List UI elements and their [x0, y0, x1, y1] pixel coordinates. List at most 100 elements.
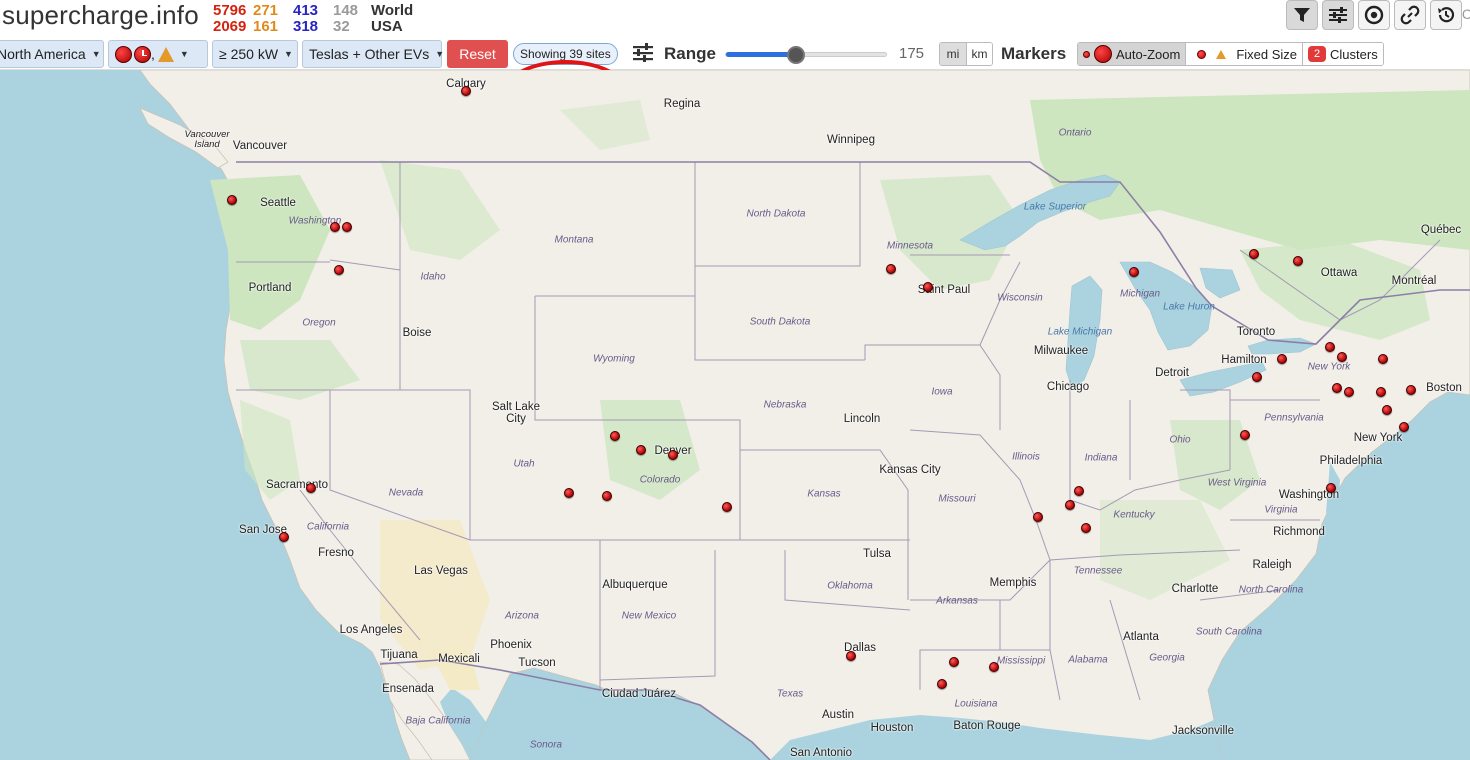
- small-marker-icon: [1083, 50, 1090, 58]
- city-label: Albuquerque: [602, 579, 668, 591]
- usa-other-count: 32: [333, 18, 350, 35]
- site-marker[interactable]: [610, 431, 620, 441]
- fixed-size-button[interactable]: Fixed Size: [1185, 43, 1303, 65]
- city-label: Boise: [402, 327, 432, 339]
- city-label: Hamilton: [1221, 354, 1267, 366]
- site-marker[interactable]: [1406, 385, 1416, 395]
- chevron-down-icon: ▼: [435, 49, 445, 59]
- city-label: Mexicali: [438, 653, 480, 665]
- history-button[interactable]: [1430, 0, 1462, 30]
- state-label: Nevada: [388, 487, 424, 499]
- brand-logo[interactable]: supercharge.info: [2, 0, 199, 31]
- state-label: Indiana: [1084, 452, 1118, 464]
- site-marker[interactable]: [1240, 430, 1250, 440]
- range-value: 175: [899, 45, 925, 62]
- chevron-down-icon: ▼: [284, 49, 293, 59]
- site-marker[interactable]: [334, 265, 344, 275]
- site-marker[interactable]: [461, 86, 471, 96]
- locate-button[interactable]: [1358, 0, 1390, 30]
- site-marker[interactable]: [227, 195, 237, 205]
- site-marker[interactable]: [1033, 512, 1043, 522]
- unit-toggle: mi km: [939, 42, 993, 66]
- city-label: Montréal: [1391, 275, 1437, 287]
- site-marker[interactable]: [1074, 486, 1084, 496]
- city-label: Boston: [1426, 382, 1462, 394]
- site-marker[interactable]: [668, 450, 678, 460]
- site-marker[interactable]: [1344, 387, 1354, 397]
- usa-construction-count: 161: [253, 18, 279, 35]
- range-settings-icon[interactable]: [632, 42, 654, 64]
- site-marker[interactable]: [722, 502, 732, 512]
- site-marker[interactable]: [1277, 354, 1287, 364]
- clusters-label: Clusters: [1330, 46, 1378, 62]
- state-label: Kentucky: [1113, 509, 1155, 521]
- filter-icon: [1294, 8, 1310, 22]
- site-marker[interactable]: [342, 222, 352, 232]
- site-marker[interactable]: [886, 264, 896, 274]
- site-marker[interactable]: [1129, 267, 1139, 277]
- reset-button[interactable]: Reset: [447, 40, 508, 68]
- city-label: Kansas City: [879, 464, 941, 476]
- auto-zoom-button[interactable]: Auto-Zoom: [1078, 43, 1186, 65]
- city-label: Tijuana: [380, 649, 418, 661]
- site-marker[interactable]: [1399, 422, 1409, 432]
- city-label: Ensenada: [382, 683, 434, 695]
- filter-button[interactable]: [1286, 0, 1318, 30]
- region-select[interactable]: North America ▼: [0, 40, 104, 68]
- showing-sites-count[interactable]: Showing 39 sites: [513, 43, 618, 65]
- state-label: Mississippi: [996, 655, 1046, 667]
- site-marker[interactable]: [1326, 483, 1336, 493]
- map[interactable]: Calgary Regina Winnipeg Vancouver Island…: [0, 70, 1470, 760]
- range-slider-fill: [726, 52, 797, 57]
- site-marker[interactable]: [846, 651, 856, 661]
- site-marker[interactable]: [1249, 249, 1259, 259]
- range-slider[interactable]: [725, 46, 887, 64]
- power-select[interactable]: ≥ 250 kW ▼: [212, 40, 298, 68]
- site-marker[interactable]: [937, 679, 947, 689]
- site-marker[interactable]: [279, 532, 289, 542]
- site-marker[interactable]: [330, 222, 340, 232]
- unit-miles-button[interactable]: mi: [940, 43, 966, 65]
- site-marker[interactable]: [1252, 372, 1262, 382]
- site-marker[interactable]: [949, 657, 959, 667]
- site-marker[interactable]: [306, 483, 316, 493]
- city-label: Houston: [870, 722, 914, 734]
- site-marker[interactable]: [1325, 342, 1335, 352]
- site-marker[interactable]: [1081, 523, 1091, 533]
- site-marker[interactable]: [1332, 383, 1342, 393]
- city-label: Québec: [1420, 224, 1462, 236]
- site-marker[interactable]: [602, 491, 612, 501]
- site-marker[interactable]: [1378, 354, 1388, 364]
- site-marker[interactable]: [989, 662, 999, 672]
- clock-status-icon: [134, 45, 151, 63]
- cluster-badge-icon: 2: [1308, 46, 1327, 62]
- clusters-button[interactable]: 2 Clusters: [1302, 43, 1383, 65]
- world-permit-count: 413: [293, 2, 319, 19]
- link-button[interactable]: [1394, 0, 1426, 30]
- world-construction-count: 271: [253, 2, 279, 19]
- site-marker[interactable]: [1293, 256, 1303, 266]
- state-label: Virginia: [1264, 504, 1298, 516]
- city-label: Winnipeg: [827, 134, 875, 146]
- unit-km-button[interactable]: km: [966, 43, 992, 65]
- status-select[interactable]: , ▼: [108, 40, 208, 68]
- site-marker[interactable]: [636, 445, 646, 455]
- site-marker[interactable]: [1376, 387, 1386, 397]
- city-label: Tulsa: [863, 548, 891, 560]
- chevron-down-icon: ▼: [91, 49, 101, 59]
- city-label: Seattle: [260, 197, 296, 209]
- usa-label: USA: [371, 18, 403, 35]
- city-label: Jacksonville: [1172, 725, 1234, 737]
- site-marker[interactable]: [1337, 352, 1347, 362]
- city-label: Tucson: [518, 657, 556, 669]
- range-slider-thumb[interactable]: [787, 46, 806, 64]
- vehicle-select[interactable]: Teslas + Other EVs ▼: [302, 40, 445, 68]
- site-marker[interactable]: [1382, 405, 1392, 415]
- site-marker[interactable]: [564, 488, 574, 498]
- site-marker[interactable]: [1065, 500, 1075, 510]
- settings-button[interactable]: [1322, 0, 1354, 30]
- site-marker[interactable]: [923, 282, 933, 292]
- power-select-value: ≥ 250 kW: [219, 46, 279, 62]
- top-toolbar: [1286, 0, 1462, 30]
- state-label: Michigan: [1119, 288, 1161, 300]
